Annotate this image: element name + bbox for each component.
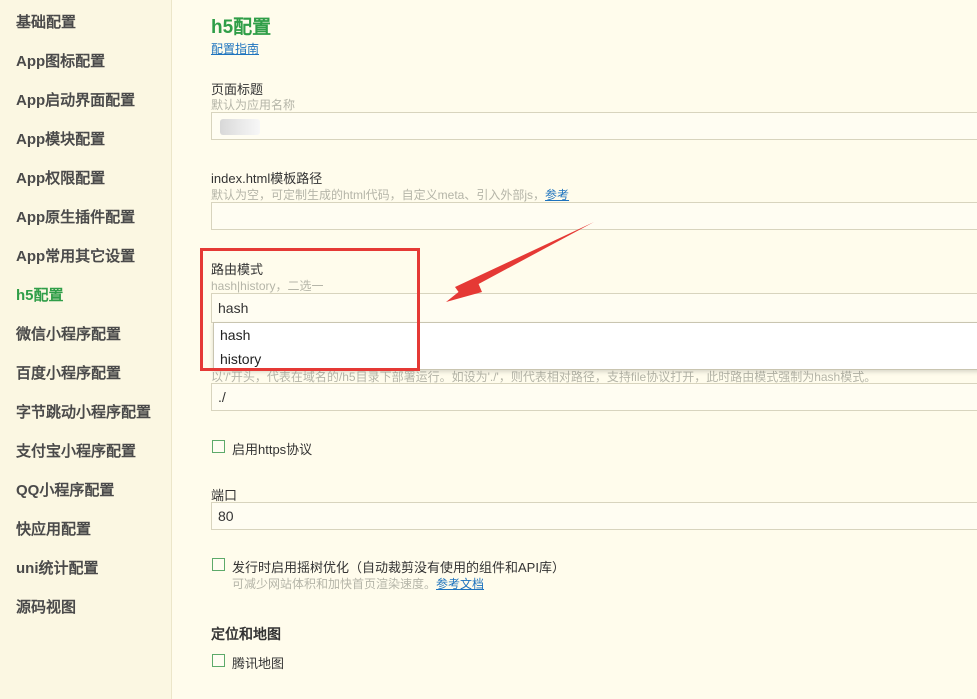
app-window: 基础配置 App图标配置 App启动界面配置 App模块配置 App权限配置 A… — [0, 0, 977, 699]
annotation-arrow-icon — [446, 222, 594, 302]
